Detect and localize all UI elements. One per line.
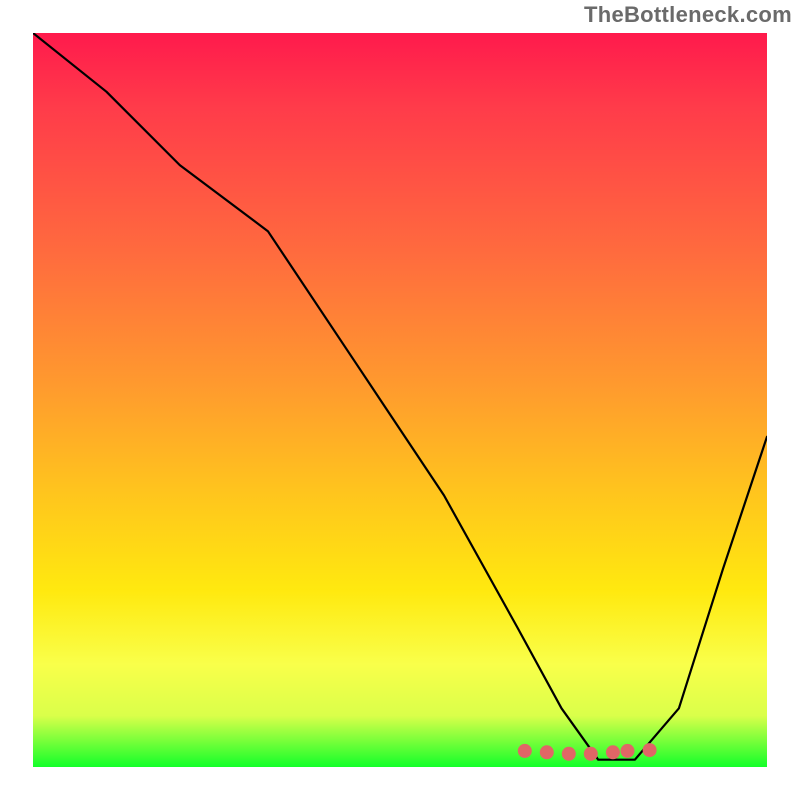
bottleneck-curve — [33, 33, 767, 760]
plot-area — [33, 33, 767, 767]
watermark-label: TheBottleneck.com — [584, 2, 792, 28]
highlight-dot — [540, 745, 554, 759]
chart-container: TheBottleneck.com — [0, 0, 800, 800]
curve-layer — [33, 33, 767, 767]
highlight-dot — [606, 745, 620, 759]
highlight-dot — [643, 743, 657, 757]
highlight-dot — [518, 744, 532, 758]
highlight-dot — [621, 744, 635, 758]
highlight-dot — [584, 747, 598, 761]
highlight-dot — [562, 747, 576, 761]
